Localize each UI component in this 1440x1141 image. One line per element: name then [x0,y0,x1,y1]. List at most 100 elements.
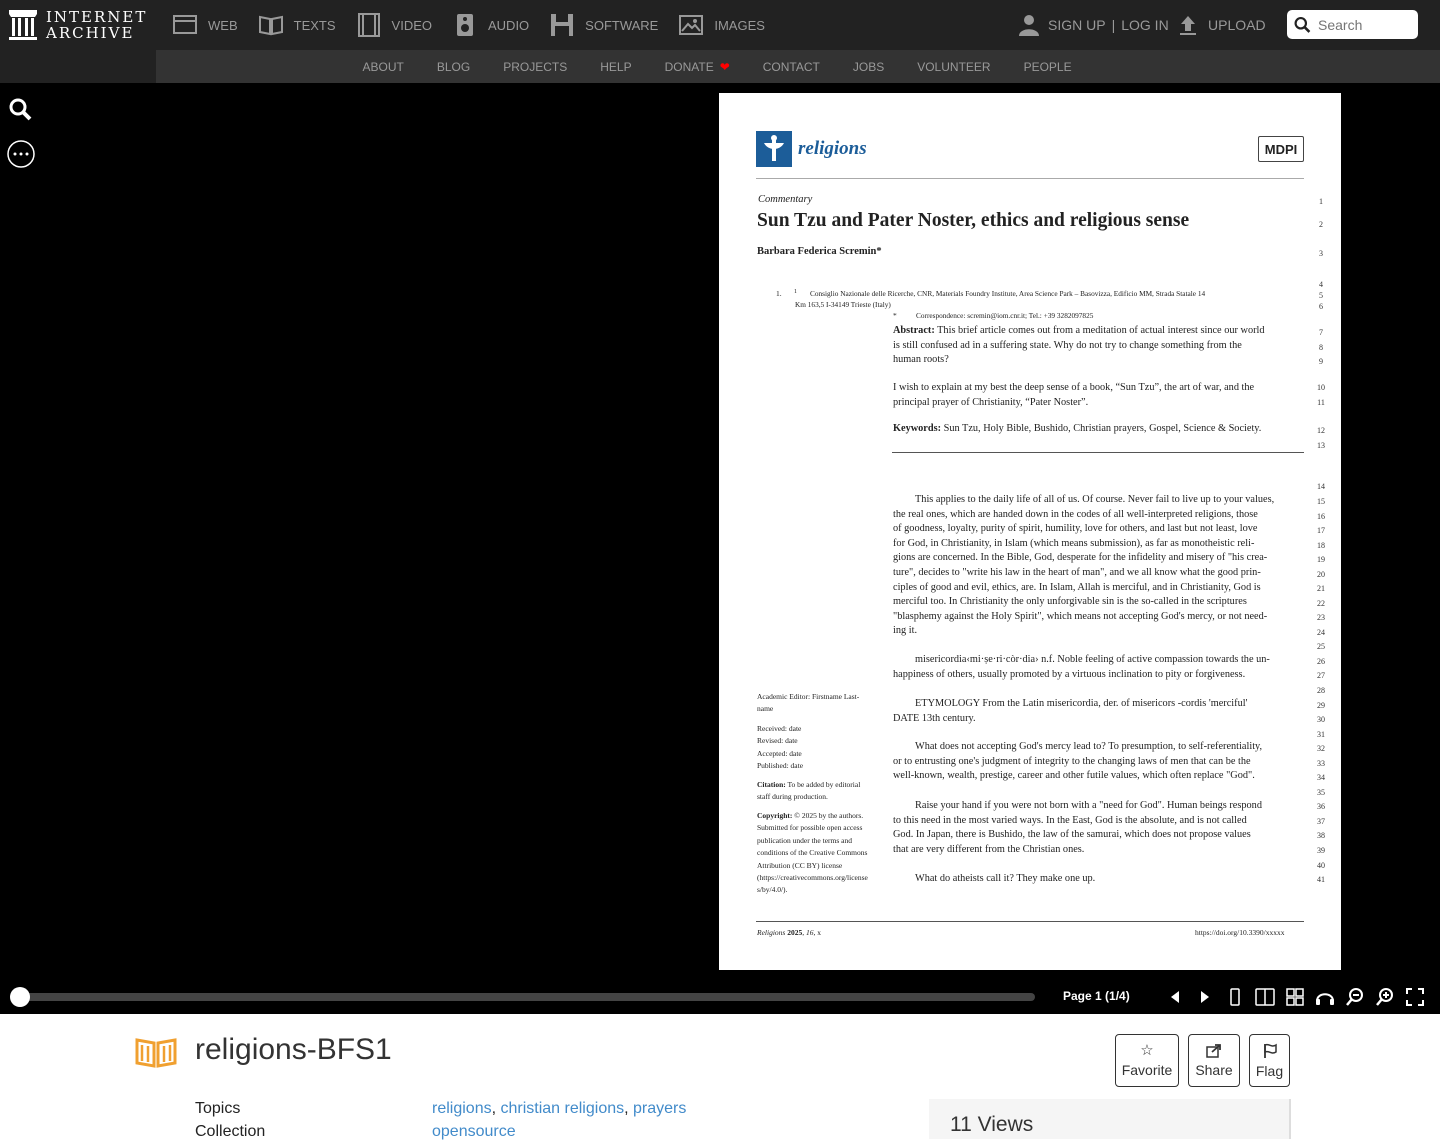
subnav-contact[interactable]: CONTACT [746,60,836,74]
archive-building-icon [9,10,37,40]
line-number: 13 [1317,441,1325,450]
subnav-about[interactable]: ABOUT [346,60,420,74]
line-number: 25 [1317,642,1325,651]
page-footer-citation: Religions 2025, 16, x [757,928,821,937]
para1-line: merciful too. In Christianity the only u… [893,596,1247,608]
more-options-icon[interactable] [6,139,36,169]
para1-line: This applies to the daily life of all of… [915,494,1275,505]
nav-images[interactable]: IMAGES [668,0,775,50]
previous-page-icon[interactable] [1160,984,1190,1010]
line-number: 17 [1317,526,1325,535]
nav-web[interactable]: WEB [162,0,248,50]
texts-icon [258,15,283,36]
nav-software[interactable]: SOFTWARE [539,0,668,50]
next-page-icon[interactable] [1190,984,1220,1010]
line-number: 5 [1319,291,1323,300]
line-number: 12 [1317,426,1325,435]
search-inside-icon[interactable] [6,97,34,121]
search-icon[interactable] [1293,14,1312,36]
line-number: 29 [1317,701,1325,710]
auth-separator: | [1111,17,1116,33]
web-icon [173,15,197,34]
journal-name: religions [798,138,867,159]
two-page-view-icon[interactable] [1250,984,1280,1010]
topic-link[interactable]: christian religions [501,1100,625,1117]
nav-audio[interactable]: AUDIO [442,0,539,50]
document-page[interactable]: religions MDPI Commentary Sun Tzu and Pa… [719,93,1341,970]
subnav-projects[interactable]: PROJECTS [487,60,584,74]
line-number: 34 [1317,773,1325,782]
one-page-view-icon[interactable] [1220,984,1250,1010]
texts-mediatype-icon [135,1036,177,1073]
page-scrubber-handle[interactable] [10,987,30,1007]
line-number: 3 [1319,249,1323,258]
para4-line: What does not accepting God's mercy lead… [915,741,1263,752]
para5-line: that are very different from the Christi… [893,843,1085,855]
subnav-donate-label: DONATE [664,59,714,74]
para5-line: Raise your hand if you were not born wit… [915,800,1262,811]
nav-texts[interactable]: TEXTS [248,0,346,50]
line-number: 41 [1317,875,1325,884]
read-aloud-icon[interactable] [1310,984,1340,1010]
nav-images-label: IMAGES [714,17,765,33]
subnav-donate[interactable]: DONATE ❤ [648,60,746,74]
zoom-in-icon[interactable] [1370,984,1400,1010]
nav-web-label: WEB [208,17,238,33]
heart-icon: ❤ [719,59,730,74]
line-number: 38 [1317,831,1325,840]
article-author: Barbara Federica Scremin* [757,246,882,257]
thumbnail-view-icon[interactable] [1280,984,1310,1010]
para1-line: "blasphemy against the Holy Spirit", whi… [893,610,1268,622]
keywords-text: Sun Tzu, Holy Bible, Bushido, Christian … [943,423,1262,434]
para1-line: ciples of good and evil, ethics, are. In… [893,581,1261,593]
academic-editor: Academic Editor: Firstname Last- name [757,692,860,714]
upload-button[interactable]: UPLOAD [1176,0,1266,50]
flag-button[interactable]: Flag [1249,1034,1290,1087]
line-number: 11 [1317,398,1325,407]
topic-link[interactable]: prayers [633,1100,686,1117]
line-number: 30 [1317,715,1325,724]
signup-link[interactable]: SIGN UP [1048,17,1106,33]
line-number: 2 [1319,220,1323,229]
nav-video[interactable]: VIDEO [346,0,442,50]
para4-line: or to entrusting one's judgment of integ… [893,755,1251,767]
page-header: religions MDPI [756,131,1304,179]
para1-line: ing it. [893,625,918,637]
topic-link[interactable]: religions [432,1100,492,1117]
flag-label: Flag [1255,1062,1284,1079]
religions-logo-icon [756,131,792,167]
search-input[interactable] [1318,16,1418,33]
subnav-jobs[interactable]: JOBS [836,60,900,74]
para2-line: happiness of others, usually promoted by… [893,668,1246,680]
subnav-blog[interactable]: BLOG [420,60,486,74]
keywords-label: Keywords: [893,423,942,434]
line-number: 40 [1317,861,1325,870]
fullscreen-icon[interactable] [1400,984,1430,1010]
copyright: Copyright: © 2025 by the authors. Submit… [757,811,868,895]
zoom-out-icon[interactable] [1340,984,1370,1010]
login-link[interactable]: LOG IN [1121,17,1168,33]
publisher-logo: MDPI [1258,136,1304,162]
para1-line: the real ones, which are handed down in … [893,508,1258,520]
abstract-line-2: is still confused ad in a suffering stat… [893,339,1242,351]
line-number: 19 [1317,555,1325,564]
para5-line: to this need in the most varied ways. In… [893,814,1247,826]
subnav-help[interactable]: HELP [584,60,648,74]
collection-link[interactable]: opensource [432,1123,516,1140]
intro-line-1: I wish to explain at my best the deep se… [893,382,1255,393]
line-number: 20 [1317,570,1325,579]
abstract-line-1: This brief article comes out from a medi… [937,325,1265,336]
favorite-button[interactable]: ☆ Favorite [1115,1034,1179,1087]
subnav-volunteer[interactable]: VOLUNTEER [901,60,1007,74]
view-count: 11 Views [950,1113,1034,1136]
subnav-people[interactable]: PEOPLE [1007,60,1088,74]
line-number: 33 [1317,759,1325,768]
page-scrubber[interactable] [20,993,1035,1001]
share-button[interactable]: Share [1188,1034,1240,1087]
correspondence-mark: * [893,311,897,320]
para3-line: DATE 13th century. [893,712,976,724]
line-number: 37 [1317,817,1325,826]
images-icon [679,15,704,35]
topics-values: religions, christian religions, prayers … [432,1100,687,1140]
internet-archive-logo[interactable]: INTERNET ARCHIVE [8,8,147,42]
